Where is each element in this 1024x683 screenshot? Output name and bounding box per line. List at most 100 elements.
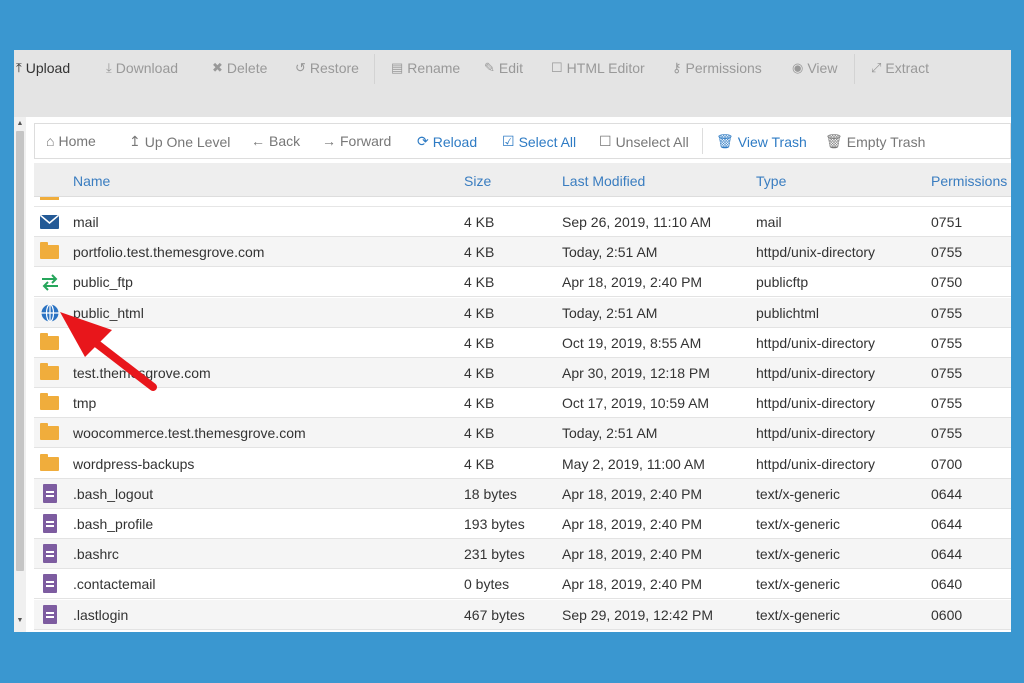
html-editor-button[interactable]: ☐ HTML Editor xyxy=(551,59,645,77)
file-type: mail xyxy=(756,214,782,230)
upload-label: Upload xyxy=(25,60,71,76)
table-row[interactable]: woocommerce.test.themesgrove.com 4 KB Toda… xyxy=(34,418,1011,449)
file-type: httpd/unix-directory xyxy=(756,244,876,261)
table-row[interactable]: test.themesgrove.com 4 KB Apr 30, 2019, 12… xyxy=(34,358,1011,388)
column-header-name[interactable]: Name xyxy=(73,173,110,189)
home-label: Home xyxy=(58,133,96,149)
download-button[interactable]: ⤓ Download xyxy=(106,59,178,77)
permissions-button[interactable]: ⚷ Permissions xyxy=(672,59,762,77)
file-name[interactable]: portfolio.test.themesgrove.com xyxy=(73,244,264,260)
file-name[interactable]: .contactemail xyxy=(73,576,155,592)
table-header: Name Size Last Modified Type Permissions xyxy=(34,163,1011,197)
file-type: text/x-generic xyxy=(756,546,841,563)
mail-icon xyxy=(40,212,60,232)
folder-icon xyxy=(40,453,60,474)
table-row[interactable]: .bash_profile 193 bytes Apr 18, 2019, 2:40… xyxy=(34,509,1011,539)
empty-trash-button[interactable]: 🗑 Empty Trash xyxy=(825,133,925,150)
file-name[interactable]: test.themesgrove.com xyxy=(73,365,211,381)
file-icon xyxy=(40,544,60,564)
back-button[interactable]: ← Back xyxy=(251,133,300,149)
table-row[interactable]: .bashrc 231 bytes Apr 18, 2019, 2:40 PM tex… xyxy=(34,539,1011,570)
file-name[interactable]: public_ftp xyxy=(73,274,133,290)
unselect-all-button[interactable]: ☐ Unselect All xyxy=(599,133,689,150)
table-row[interactable]: .lastlogin 467 bytes Sep 29, 2019, 12:42 P… xyxy=(34,599,1011,630)
extract-button[interactable]: ⤢ Extract xyxy=(871,59,929,77)
file-type: publichtml xyxy=(756,304,820,321)
file-icon xyxy=(40,514,60,534)
home-button[interactable]: ⌂ Home xyxy=(46,133,96,149)
table-row[interactable]: tmp 4 KB Oct 17, 2019, 10:59 AM httpd/unix-… xyxy=(34,388,1011,419)
download-icon: ⤓ xyxy=(106,60,112,75)
table-row[interactable]: portfolio.test.themesgrove.com 4 KB Today,… xyxy=(34,237,1011,268)
column-header-type[interactable]: Type xyxy=(756,173,786,189)
file-name[interactable]: mail xyxy=(73,214,99,230)
file-permissions: 0700 xyxy=(931,455,963,472)
file-icon xyxy=(40,483,60,504)
file-icon xyxy=(40,604,60,625)
scroll-up-arrow-icon[interactable]: ▲ xyxy=(14,120,26,127)
file-size: 4 KB xyxy=(464,395,495,412)
view-trash-button[interactable]: 🗑 View Trash xyxy=(716,133,807,150)
file-size: 4 KB xyxy=(464,425,495,442)
file-size: 4 KB xyxy=(464,304,495,321)
file-name[interactable]: .bash_logout xyxy=(73,486,153,502)
restore-button[interactable]: ↺ Restore xyxy=(295,59,359,77)
file-name[interactable]: tmp xyxy=(73,395,96,411)
file-name[interactable]: public_html xyxy=(73,305,144,321)
empty-trash-label: Empty Trash xyxy=(846,133,926,150)
file-permissions: 0755 xyxy=(931,304,963,321)
file-type: httpd/unix-directory xyxy=(756,425,876,442)
checkbox-checked-icon: ☑ xyxy=(502,133,515,149)
reload-button[interactable]: ⟳ Reload xyxy=(417,133,477,150)
table-row[interactable]: public_ftp 4 KB Apr 18, 2019, 2:40 PM publi… xyxy=(34,267,1011,298)
table-row[interactable]: public_html 4 KB Today, 2:51 AM publichtml 0… xyxy=(34,297,1011,328)
table-row[interactable]: mail 4 KB Sep 26, 2019, 11:10 AM mail 0751 xyxy=(34,207,1011,237)
file-name[interactable]: .lastlogin xyxy=(73,607,128,623)
file-permissions: 0755 xyxy=(931,395,963,412)
refresh-icon: ⟳ xyxy=(417,133,429,149)
file-size: 4 KB xyxy=(464,334,495,351)
table-row[interactable]: wordpress-backups 4 KB May 2, 2019, 11:00 … xyxy=(34,448,1011,479)
file-permissions: 0644 xyxy=(931,546,963,563)
column-header-permissions[interactable]: Permissions xyxy=(931,173,1007,189)
file-name[interactable]: wordpress-backups xyxy=(73,456,194,472)
reload-label: Reload xyxy=(432,133,478,150)
rename-button[interactable]: ▤ Rename xyxy=(391,59,460,77)
column-header-size[interactable]: Size xyxy=(464,173,491,189)
scroll-down-arrow-icon[interactable]: ▼ xyxy=(14,617,26,624)
permissions-label: Permissions xyxy=(685,60,762,76)
table-row[interactable]: .bash_logout 18 bytes Apr 18, 2019, 2:40 P… xyxy=(34,478,1011,509)
file-name[interactable]: .bashrc xyxy=(73,546,119,562)
action-toolbar: ⤒ Upload ⤓ Download ✖ Delete ↺ Restore ▤… xyxy=(14,50,1011,117)
column-header-last-modified[interactable]: Last Modified xyxy=(562,173,645,189)
restore-label: Restore xyxy=(309,60,359,76)
table-row[interactable]: .contactemail 0 bytes Apr 18, 2019, 2:40 P… xyxy=(34,569,1011,600)
file-name[interactable]: woocommerce.test.themesgrove.com xyxy=(73,425,306,441)
table-row[interactable]: 4 KB Oct 19, 2019, 8:55 AM httpd/unix-dire… xyxy=(34,327,1011,358)
edit-button[interactable]: ✎ Edit xyxy=(484,59,523,77)
vertical-scrollbar[interactable]: ▲ ▼ xyxy=(14,117,26,632)
view-button[interactable]: ◉ View xyxy=(792,59,837,77)
folder-icon xyxy=(40,393,60,413)
file-name[interactable]: .bash_profile xyxy=(73,516,153,532)
file-permissions: 0644 xyxy=(931,516,963,532)
arrow-left-icon: ← xyxy=(251,133,265,149)
file-last-modified: Today, 2:51 AM xyxy=(562,425,658,442)
view-label: View xyxy=(807,60,838,76)
select-all-button[interactable]: ☑ Select All xyxy=(502,133,576,150)
delete-button[interactable]: ✖ Delete xyxy=(212,59,267,77)
forward-button[interactable]: → Forward xyxy=(322,133,391,149)
file-permissions: 0600 xyxy=(931,606,963,623)
folder-icon xyxy=(40,332,60,353)
upload-icon: ⤒ xyxy=(16,60,22,75)
file-last-modified: Apr 18, 2019, 2:40 PM xyxy=(562,516,703,532)
scroll-thumb[interactable] xyxy=(16,131,24,571)
file-type: text/x-generic xyxy=(756,606,841,623)
file-type: httpd/unix-directory xyxy=(756,365,876,381)
upload-button[interactable]: ⤒ Upload xyxy=(16,59,70,77)
up-one-level-button[interactable]: ↥ Up One Level xyxy=(129,133,230,150)
file-size: 4 KB xyxy=(464,274,495,291)
file-size: 467 bytes xyxy=(464,606,525,623)
level-up-icon: ↥ xyxy=(129,133,141,149)
rename-icon: ▤ xyxy=(391,60,404,75)
